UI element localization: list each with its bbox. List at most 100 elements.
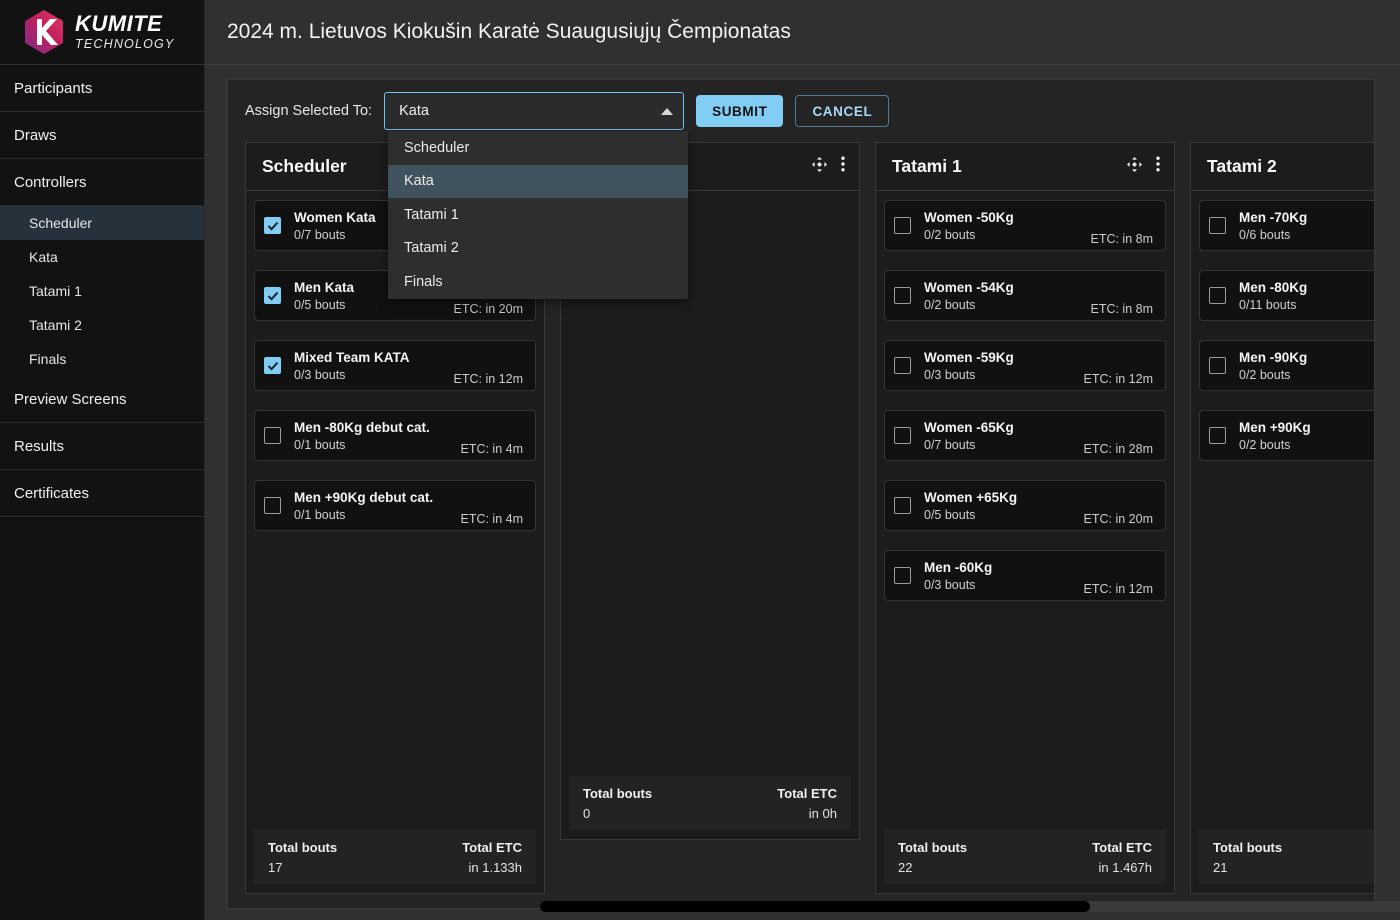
- list-item-etc: ETC: in 8m: [1090, 232, 1153, 246]
- dropdown-option-tatami-1[interactable]: Tatami 1: [388, 198, 688, 232]
- footer-total-bouts: Total bouts 21: [1213, 840, 1282, 875]
- list-item[interactable]: Men -80Kg 0/11 bouts: [1199, 270, 1374, 321]
- submit-button[interactable]: SUBMIT: [696, 95, 783, 127]
- list-item-title: Men +90Kg debut cat.: [294, 490, 460, 505]
- column-body[interactable]: Women -50Kg 0/2 bouts ETC: in 8m Women -…: [876, 191, 1174, 830]
- sidebar-item-label: Tatami 1: [29, 283, 82, 299]
- assign-target-value: Kata: [399, 103, 429, 119]
- cancel-button[interactable]: CANCEL: [795, 95, 889, 127]
- sidebar-item-certificates[interactable]: Certificates: [0, 470, 204, 517]
- dropdown-option-finals[interactable]: Finals: [388, 265, 688, 299]
- assign-target-dropdown: Scheduler Kata Tatami 1 Tatami 2 Finals: [388, 131, 688, 299]
- list-item[interactable]: Men +90Kg 0/2 bouts: [1199, 410, 1374, 461]
- list-item[interactable]: Mixed Team KATA 0/3 bouts ETC: in 12m: [254, 340, 536, 391]
- checkbox-checked[interactable]: [264, 357, 281, 374]
- more-options-icon[interactable]: [1156, 156, 1160, 177]
- list-item[interactable]: Men -80Kg debut cat. 0/1 bouts ETC: in 4…: [254, 410, 536, 461]
- checkbox-unchecked[interactable]: [894, 287, 911, 304]
- brand-tagline: TECHNOLOGY: [75, 38, 175, 51]
- sidebar-item-label: Kata: [29, 249, 58, 265]
- app-root: KUMITE TECHNOLOGY Participants Draws Con…: [0, 0, 1400, 920]
- sidebar-item-label: Tatami 2: [29, 317, 82, 333]
- list-item-text: Men +90Kg debut cat. 0/1 bouts: [294, 490, 460, 522]
- list-item-etc: ETC: in 4m: [460, 442, 523, 456]
- more-options-icon[interactable]: [841, 156, 845, 177]
- column-header-actions: [1127, 156, 1160, 177]
- list-item[interactable]: Women +65Kg 0/5 bouts ETC: in 20m: [884, 480, 1166, 531]
- column-footer: Total bouts 0 Total ETC in 0h: [569, 776, 851, 830]
- sidebar-item-draws[interactable]: Draws: [0, 112, 204, 159]
- sidebar-item-participants[interactable]: Participants: [0, 65, 204, 112]
- list-item-title: Men +90Kg: [1239, 420, 1374, 435]
- column-header: Tatami 2: [1191, 143, 1374, 191]
- footer-value: 22: [898, 860, 967, 875]
- list-item-bouts: 0/7 bouts: [924, 438, 1084, 452]
- page-title: 2024 m. Lietuvos Kiokušin Karatė Suaugus…: [227, 20, 791, 44]
- checkbox-unchecked[interactable]: [894, 567, 911, 584]
- list-item[interactable]: Men -60Kg 0/3 bouts ETC: in 12m: [884, 550, 1166, 601]
- list-item-bouts: 0/3 bouts: [294, 368, 454, 382]
- move-icon[interactable]: [1127, 157, 1142, 177]
- list-item[interactable]: Women -50Kg 0/2 bouts ETC: in 8m: [884, 200, 1166, 251]
- checkbox-unchecked[interactable]: [894, 497, 911, 514]
- footer-value: 0: [583, 806, 652, 821]
- list-item-title: Women +65Kg: [924, 490, 1084, 505]
- checkbox-unchecked[interactable]: [264, 427, 281, 444]
- footer-label: Total ETC: [462, 840, 522, 855]
- move-icon[interactable]: [812, 157, 827, 177]
- kumite-hexagon-icon: [22, 8, 66, 56]
- list-item[interactable]: Women -59Kg 0/3 bouts ETC: in 12m: [884, 340, 1166, 391]
- list-item-text: Women -59Kg 0/3 bouts: [924, 350, 1084, 382]
- sidebar-item-kata[interactable]: Kata: [0, 240, 204, 274]
- checkbox-unchecked[interactable]: [894, 427, 911, 444]
- list-item[interactable]: Men +90Kg debut cat. 0/1 bouts ETC: in 4…: [254, 480, 536, 531]
- checkbox-unchecked[interactable]: [1209, 427, 1226, 444]
- assign-target-select[interactable]: Kata: [384, 92, 684, 130]
- list-item-etc: ETC: in 12m: [454, 372, 523, 386]
- footer-total-etc: Total ETC in 1.467h: [1092, 840, 1152, 875]
- sidebar-item-tatami-2[interactable]: Tatami 2: [0, 308, 204, 342]
- main-area: 2024 m. Lietuvos Kiokušin Karatė Suaugus…: [205, 0, 1400, 920]
- footer-value: in 1.467h: [1099, 860, 1153, 875]
- list-item[interactable]: Men -70Kg 0/6 bouts: [1199, 200, 1374, 251]
- assign-label: Assign Selected To:: [245, 103, 372, 119]
- dropdown-option-tatami-2[interactable]: Tatami 2: [388, 232, 688, 266]
- brand-logo[interactable]: KUMITE TECHNOLOGY: [0, 0, 204, 65]
- checkbox-unchecked[interactable]: [1209, 357, 1226, 374]
- assign-toolbar: Assign Selected To: Kata SUBMIT CANCEL S…: [228, 80, 1374, 142]
- list-item-text: Men -80Kg debut cat. 0/1 bouts: [294, 420, 460, 452]
- checkbox-checked[interactable]: [264, 217, 281, 234]
- dropdown-option-kata[interactable]: Kata: [388, 165, 688, 199]
- list-item-title: Women -65Kg: [924, 420, 1084, 435]
- list-item-bouts: 0/2 bouts: [924, 298, 1090, 312]
- sidebar-item-results[interactable]: Results: [0, 423, 204, 470]
- checkbox-unchecked[interactable]: [894, 217, 911, 234]
- column-body[interactable]: Men -70Kg 0/6 bouts Men -80Kg 0/11 bouts: [1191, 191, 1374, 830]
- list-item-title: Men -80Kg: [1239, 280, 1374, 295]
- sidebar-item-controllers[interactable]: Controllers: [0, 159, 204, 206]
- sidebar-item-preview-screens[interactable]: Preview Screens: [0, 376, 204, 423]
- checkbox-checked[interactable]: [264, 287, 281, 304]
- list-item-text: Men +90Kg 0/2 bouts: [1239, 420, 1374, 452]
- dropdown-option-scheduler[interactable]: Scheduler: [388, 131, 688, 165]
- checkbox-unchecked[interactable]: [1209, 287, 1226, 304]
- list-item[interactable]: Women -65Kg 0/7 bouts ETC: in 28m: [884, 410, 1166, 461]
- sidebar-item-label: Scheduler: [29, 215, 92, 231]
- horizontal-scrollbar[interactable]: [540, 901, 1400, 912]
- scheduler-board: Assign Selected To: Kata SUBMIT CANCEL S…: [227, 79, 1375, 909]
- sidebar-item-tatami-1[interactable]: Tatami 1: [0, 274, 204, 308]
- sidebar-item-label: Finals: [29, 351, 66, 367]
- checkbox-unchecked[interactable]: [1209, 217, 1226, 234]
- scrollbar-thumb[interactable]: [540, 901, 1090, 912]
- list-item[interactable]: Men -90Kg 0/2 bouts: [1199, 340, 1374, 391]
- list-item[interactable]: Women -54Kg 0/2 bouts ETC: in 8m: [884, 270, 1166, 321]
- board-wrapper: Assign Selected To: Kata SUBMIT CANCEL S…: [205, 65, 1400, 920]
- list-item-etc: ETC: in 28m: [1084, 442, 1153, 456]
- checkbox-unchecked[interactable]: [264, 497, 281, 514]
- sidebar-item-finals[interactable]: Finals: [0, 342, 204, 376]
- list-item-text: Women +65Kg 0/5 bouts: [924, 490, 1084, 522]
- sidebar-item-scheduler[interactable]: Scheduler: [0, 206, 204, 240]
- checkbox-unchecked[interactable]: [894, 357, 911, 374]
- sidebar-item-label: Participants: [14, 80, 92, 97]
- list-item-bouts: 0/3 bouts: [924, 578, 1084, 592]
